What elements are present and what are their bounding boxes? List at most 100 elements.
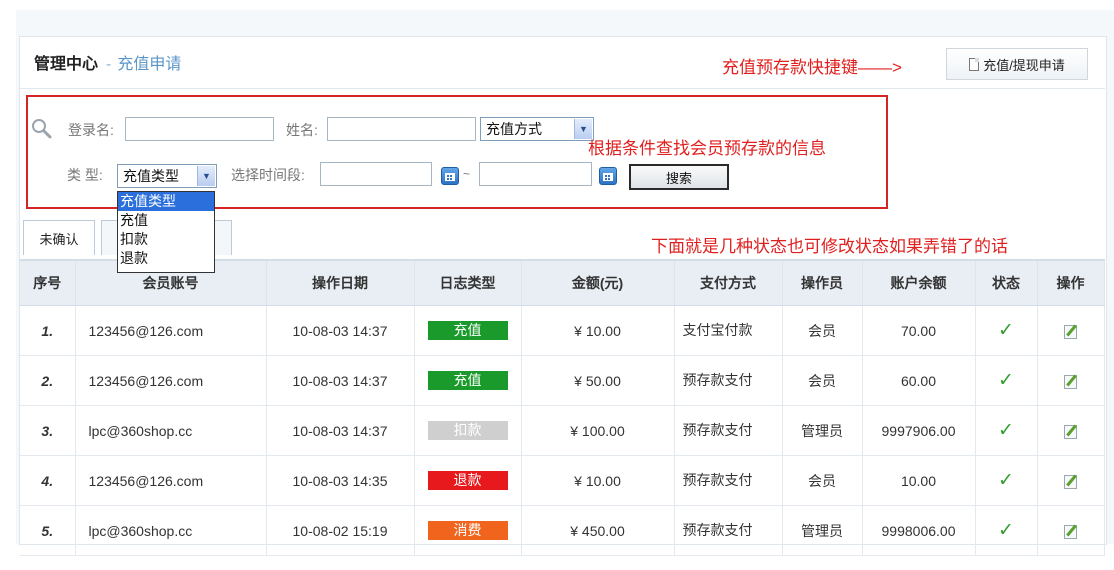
account-balance: 9998006.00 [862, 505, 976, 556]
action-cell [1037, 305, 1105, 356]
annotation-status-hint: 下面就是几种状态也可修改状态如果弄错了的话 [651, 237, 1008, 256]
period-separator: ~ [463, 167, 471, 181]
action-cell [1037, 405, 1105, 456]
operation-date: 10-08-03 14:37 [266, 355, 415, 406]
recharge-withdraw-button[interactable]: 充值/提现申请 [946, 48, 1088, 80]
amount: ¥ 450.00 [521, 505, 675, 556]
table-row: 2. 123456@126.com 10-08-03 14:37 充值 ¥ 50.00 预… [20, 355, 1105, 406]
divider [20, 88, 1105, 89]
status-cell: ✓ [975, 355, 1038, 406]
action-cell [1037, 355, 1105, 406]
document-icon [969, 57, 980, 71]
chevron-down-icon: ▼ [197, 166, 215, 186]
calendar-icon[interactable] [599, 167, 617, 185]
account-balance: 70.00 [862, 305, 976, 356]
log-type-cell: 充值 [414, 305, 522, 356]
dropdown-option[interactable]: 充值类型 [118, 192, 214, 211]
log-type-badge: 扣款 [427, 421, 508, 440]
dropdown-option[interactable]: 退款 [118, 249, 214, 268]
page-subtitle: 充值申请 [117, 56, 182, 73]
check-icon[interactable]: ✓ [998, 520, 1014, 541]
check-icon[interactable]: ✓ [998, 420, 1014, 441]
recharge-method-value: 充值方式 [486, 121, 542, 137]
amount: ¥ 50.00 [521, 355, 675, 406]
payment-method: 预存款支付 [674, 455, 783, 506]
dropdown-option[interactable]: 扣款 [118, 230, 214, 249]
table-row: 3. lpc@360shop.cc 10-08-03 14:37 扣款 ¥ 100.00… [20, 405, 1105, 456]
dropdown-option[interactable]: 充值 [118, 211, 214, 230]
recharge-type-select[interactable]: 充值类型 ▼ [117, 164, 217, 188]
calendar-icon[interactable] [441, 167, 459, 185]
operator: 管理员 [782, 505, 863, 556]
name-label: 姓名: [286, 122, 318, 138]
log-type-badge: 充值 [427, 321, 508, 340]
row-index: 3. [20, 405, 76, 456]
magnifier-icon [32, 119, 52, 139]
recharge-method-select[interactable]: 充值方式 ▼ [480, 117, 594, 141]
log-type-badge: 充值 [427, 371, 508, 390]
row-index: 5. [20, 505, 76, 556]
column-header-index: 序号 [20, 259, 76, 306]
column-header-log-type: 日志类型 [414, 259, 522, 306]
edit-icon[interactable] [1064, 374, 1077, 389]
recharge-log-table: 序号 会员账号 操作日期 日志类型 金额(元) 支付方式 操作员 账户余额 状态… [20, 259, 1105, 556]
check-icon[interactable]: ✓ [998, 370, 1014, 391]
start-date-input[interactable] [320, 162, 432, 186]
account-balance: 60.00 [862, 355, 976, 406]
row-index: 1. [20, 305, 76, 356]
edit-icon[interactable] [1064, 324, 1077, 339]
account-balance: 9997906.00 [862, 405, 976, 456]
action-cell [1037, 505, 1105, 556]
edit-icon[interactable] [1064, 424, 1077, 439]
recharge-withdraw-label: 充值/提现申请 [983, 57, 1065, 73]
annotation-search-hint: 根据条件查找会员预存款的信息 [588, 139, 826, 158]
payment-method: 预存款支付 [674, 355, 783, 406]
edit-icon[interactable] [1064, 524, 1077, 539]
edit-icon[interactable] [1064, 474, 1077, 489]
status-cell: ✓ [975, 305, 1038, 356]
row-index: 2. [20, 355, 76, 406]
payment-method: 预存款支付 [674, 405, 783, 456]
column-header-payment: 支付方式 [674, 259, 783, 306]
log-type-cell: 消费 [414, 505, 522, 556]
tab-unconfirmed[interactable]: 未确认 [23, 220, 95, 255]
column-header-amount: 金额(元) [521, 259, 675, 306]
log-type-cell: 扣款 [414, 405, 522, 456]
search-button[interactable]: 搜索 [629, 164, 729, 190]
type-label: 类 型: [67, 167, 103, 183]
operation-date: 10-08-02 15:19 [266, 505, 415, 556]
status-cell: ✓ [975, 455, 1038, 506]
end-date-input[interactable] [479, 162, 592, 186]
name-input[interactable] [327, 117, 476, 141]
amount: ¥ 10.00 [521, 455, 675, 506]
table-row: 4. 123456@126.com 10-08-03 14:35 退款 ¥ 10.00 预… [20, 455, 1105, 506]
column-header-status: 状态 [975, 259, 1038, 306]
status-cell: ✓ [975, 505, 1038, 556]
column-header-action: 操作 [1037, 259, 1105, 306]
table-row: 5. lpc@360shop.cc 10-08-02 15:19 消费 ¥ 450.00… [20, 505, 1105, 556]
title-separator: - [106, 56, 112, 73]
period-label: 选择时间段: [231, 167, 305, 183]
check-icon[interactable]: ✓ [998, 470, 1014, 491]
member-account: 123456@126.com [75, 455, 267, 506]
payment-method: 支付宝付款 [674, 305, 783, 356]
operator: 管理员 [782, 405, 863, 456]
login-name-input[interactable] [125, 117, 274, 141]
row-index: 4. [20, 455, 76, 506]
column-header-operator: 操作员 [782, 259, 863, 306]
member-account: lpc@360shop.cc [75, 505, 267, 556]
annotation-quick-key: 充值预存款快捷键——> [722, 58, 902, 77]
amount: ¥ 100.00 [521, 405, 675, 456]
check-icon[interactable]: ✓ [998, 320, 1014, 341]
log-type-badge: 退款 [427, 471, 508, 490]
payment-method: 预存款支付 [674, 505, 783, 556]
member-account: 123456@126.com [75, 355, 267, 406]
table-row: 1. 123456@126.com 10-08-03 14:37 充值 ¥ 10.00 支… [20, 305, 1105, 356]
column-header-balance: 账户余额 [862, 259, 976, 306]
log-type-badge: 消费 [427, 521, 508, 540]
action-cell [1037, 455, 1105, 506]
log-type-cell: 退款 [414, 455, 522, 506]
status-cell: ✓ [975, 405, 1038, 456]
amount: ¥ 10.00 [521, 305, 675, 356]
page-title-main: 管理中心 [34, 56, 99, 73]
